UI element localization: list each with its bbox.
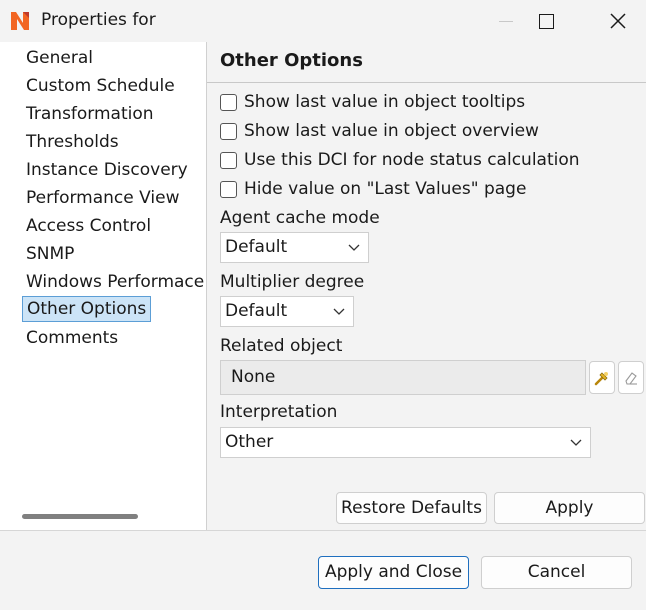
sidebar-item-other-options[interactable]: Other Options	[22, 296, 152, 322]
checkbox-label: Hide value on "Last Values" page	[244, 179, 527, 199]
sidebar-item-access-control[interactable]: Access Control	[22, 213, 155, 239]
close-button[interactable]	[590, 0, 646, 42]
checkbox-box[interactable]	[220, 151, 237, 169]
minimize-icon	[499, 20, 513, 22]
apply-and-close-label: Apply and Close	[324, 562, 463, 582]
sidebar-nav: General Custom Schedule Transformation T…	[0, 42, 206, 530]
sidebar-item-windows-performance-counters[interactable]: Windows Performace Counters	[22, 269, 206, 295]
checkbox-label: Show last value in object tooltips	[244, 92, 526, 112]
interpretation-label: Interpretation	[220, 402, 338, 422]
sidebar-item-snmp[interactable]: SNMP	[22, 241, 78, 267]
footer-divider	[0, 530, 646, 531]
chevron-down-icon	[333, 308, 345, 315]
checkbox-label: Use this DCI for node status calculation	[244, 150, 580, 170]
maximize-icon	[538, 13, 554, 29]
window-title: Properties for	[41, 10, 156, 30]
sidebar-item-custom-schedule[interactable]: Custom Schedule	[22, 73, 179, 99]
checkbox-box[interactable]	[220, 122, 237, 140]
chevron-down-icon	[570, 439, 582, 446]
checkbox-show-last-value-overview[interactable]: Show last value in object overview	[220, 119, 539, 143]
related-object-value: None	[231, 367, 276, 387]
app-logo-icon	[11, 12, 29, 30]
title-bar: Properties for	[0, 0, 646, 42]
sidebar-item-transformation[interactable]: Transformation	[22, 101, 158, 127]
multiplier-degree-select[interactable]: Default	[220, 296, 354, 327]
select-value: Default	[225, 301, 288, 321]
agent-cache-mode-select[interactable]: Default	[220, 232, 369, 263]
multiplier-degree-label: Multiplier degree	[220, 272, 365, 292]
apply-button[interactable]: Apply	[494, 492, 645, 524]
sidebar-item-instance-discovery[interactable]: Instance Discovery	[22, 157, 192, 183]
sidebar-horizontal-scrollbar[interactable]	[22, 514, 138, 519]
apply-and-close-button[interactable]: Apply and Close	[318, 556, 469, 589]
interpretation-select[interactable]: Other	[220, 427, 591, 458]
cancel-label: Cancel	[527, 562, 586, 582]
maximize-button[interactable]	[518, 0, 574, 42]
title-divider	[207, 82, 646, 83]
page-title: Other Options	[220, 50, 363, 71]
pick-object-icon	[594, 371, 608, 385]
checkbox-box[interactable]	[220, 93, 237, 111]
apply-label: Apply	[545, 498, 594, 518]
restore-defaults-button[interactable]: Restore Defaults	[336, 492, 487, 524]
sidebar-item-general[interactable]: General	[22, 45, 97, 71]
sidebar-item-comments[interactable]: Comments	[22, 325, 122, 351]
checkbox-show-last-value-tooltips[interactable]: Show last value in object tooltips	[220, 90, 525, 114]
agent-cache-mode-label: Agent cache mode	[220, 208, 380, 228]
select-value: Other	[225, 432, 274, 452]
close-icon	[610, 13, 626, 29]
clear-object-button[interactable]	[618, 361, 644, 394]
checkbox-hide-last-values[interactable]: Hide value on "Last Values" page	[220, 177, 526, 201]
select-value: Default	[225, 237, 288, 257]
cancel-button[interactable]: Cancel	[481, 556, 632, 589]
select-object-button[interactable]	[589, 361, 615, 394]
sidebar-item-performance-view[interactable]: Performance View	[22, 185, 183, 211]
checkbox-node-status-calculation[interactable]: Use this DCI for node status calculation	[220, 148, 580, 172]
related-object-field: None	[220, 360, 586, 395]
restore-defaults-label: Restore Defaults	[341, 498, 482, 518]
chevron-down-icon	[348, 244, 360, 251]
eraser-icon	[625, 371, 637, 385]
related-object-label: Related object	[220, 336, 343, 356]
options-panel: Other Options Show last value in object …	[207, 42, 646, 530]
checkbox-box[interactable]	[220, 180, 237, 198]
sidebar-item-thresholds[interactable]: Thresholds	[22, 129, 123, 155]
checkbox-label: Show last value in object overview	[244, 121, 539, 141]
